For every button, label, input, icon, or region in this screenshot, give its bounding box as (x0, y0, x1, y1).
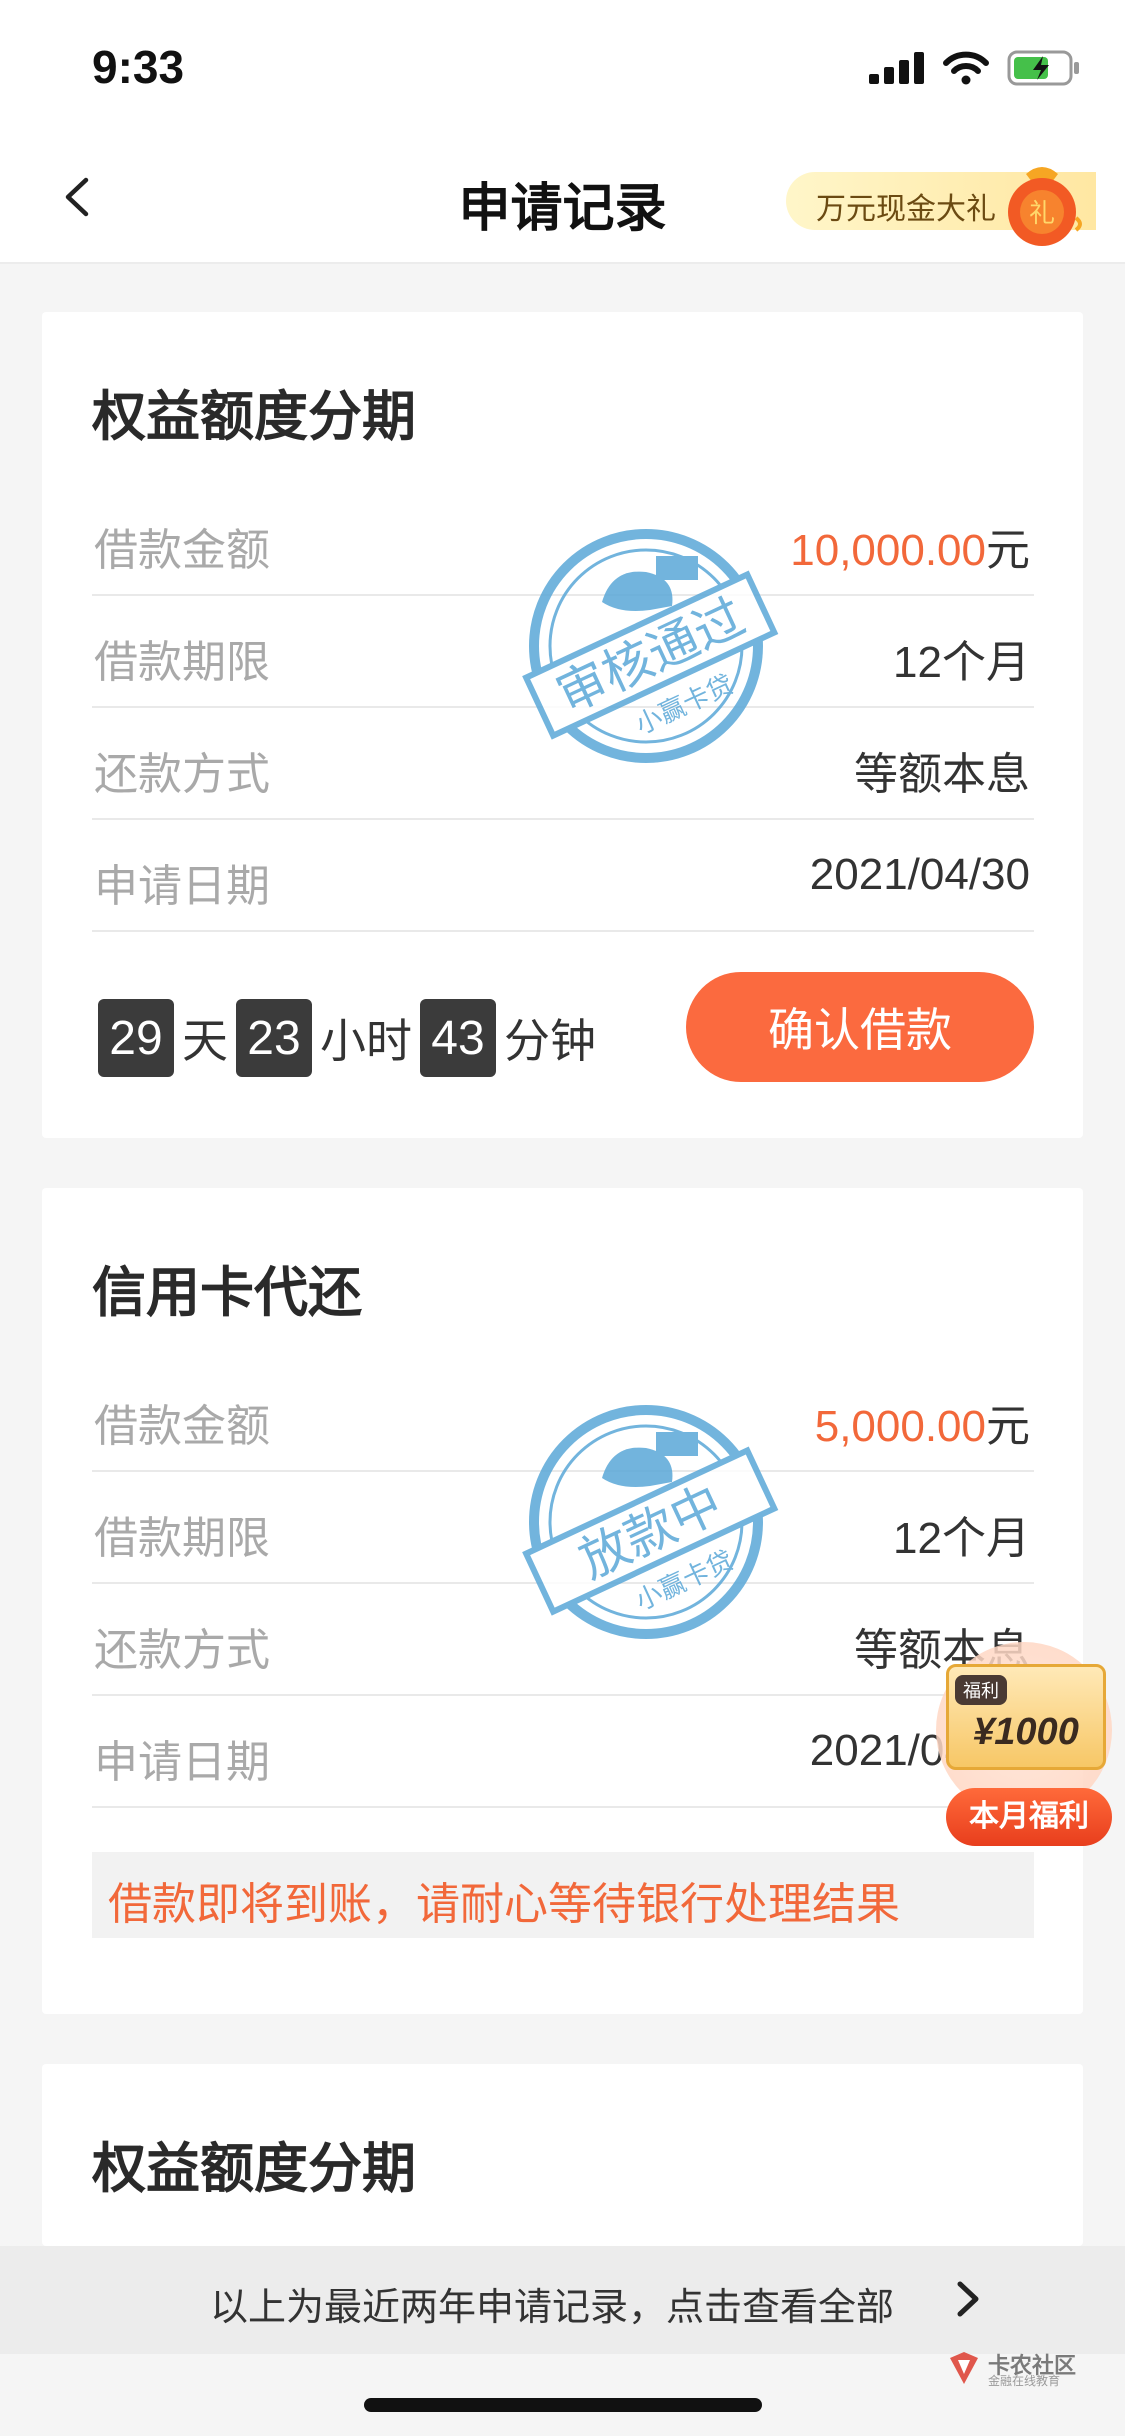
row-label: 借款金额 (94, 526, 270, 575)
countdown-timer: 29 天 23 小时 43 分钟 (98, 998, 604, 1078)
countdown-days-unit: 天 (182, 1015, 228, 1067)
row-label: 借款期限 (94, 638, 270, 687)
watermark: 卡农社区 金融在线教育 (946, 2348, 1096, 2388)
promo-label: 万元现金大礼 (816, 193, 996, 226)
row-value: 等额本息 (854, 750, 1030, 799)
card-title: 权益额度分期 (92, 2139, 416, 2199)
watermark-logo-icon (950, 2352, 978, 2384)
amount-unit: 元 (986, 526, 1030, 575)
welfare-label: 本月福利 (946, 1788, 1112, 1846)
countdown-hours-unit: 小时 (320, 1015, 412, 1067)
row-label: 还款方式 (94, 750, 270, 799)
row-label: 借款金额 (94, 1402, 270, 1451)
countdown-days: 29 (98, 999, 174, 1077)
confirm-loan-button[interactable]: 确认借款 (686, 972, 1034, 1082)
row-date: 申请日期 2021/04/30 (92, 820, 1034, 932)
row-label: 还款方式 (94, 1626, 270, 1675)
nav-bar: 申请记录 万元现金大礼 礼 (0, 132, 1125, 264)
notice-text: 借款即将到账，请耐心等待银行处理结果 (108, 1880, 900, 1929)
gift-bag-icon[interactable]: 礼 (996, 156, 1088, 248)
record-card-1: 权益额度分期 借款金额 10,000.00元 借款期限 12个月 还款方式 等额… (42, 312, 1083, 1138)
row-value: 12个月 (893, 1514, 1030, 1563)
card-title: 权益额度分期 (92, 387, 416, 447)
view-all-bar[interactable]: 以上为最近两年申请记录，点击查看全部 (0, 2246, 1125, 2354)
battery-icon (1007, 50, 1079, 86)
loan-amount: 10,000.00 (790, 526, 986, 575)
welfare-tag: 福利 (955, 1675, 1007, 1705)
status-bar: 9:33 (0, 0, 1125, 132)
gift-char: 礼 (1029, 199, 1055, 229)
row-value: 10,000.00元 (790, 514, 1030, 578)
disbursing-stamp: 放款中 小赢卡贷 (522, 1405, 779, 1639)
row-date: 申请日期 2021/04/30 (92, 1696, 1034, 1808)
countdown-hours: 23 (236, 999, 312, 1077)
countdown-minutes-unit: 分钟 (504, 1015, 596, 1067)
approved-stamp: 审核通过 小赢卡贷 (522, 529, 779, 763)
row-value: 12个月 (893, 638, 1030, 687)
row-label: 借款期限 (94, 1514, 270, 1563)
monthly-welfare-badge[interactable]: 福利 ¥1000 本月福利 (934, 1642, 1116, 1852)
watermark-sub: 金融在线教育 (988, 2374, 1061, 2388)
record-card-2: 信用卡代还 借款金额 5,000.00元 借款期限 12个月 还款方式 等额本息… (42, 1188, 1083, 2014)
signal-icon (869, 52, 924, 84)
home-indicator[interactable] (364, 2398, 762, 2412)
row-label: 申请日期 (94, 862, 270, 911)
row-value: 5,000.00元 (815, 1390, 1030, 1454)
card-title: 信用卡代还 (92, 1263, 362, 1323)
record-card-3: 权益额度分期 (42, 2064, 1083, 2246)
amount-unit: 元 (986, 1402, 1030, 1451)
view-all-text: 以上为最近两年申请记录，点击查看全部 (210, 2287, 895, 2329)
status-time: 9:33 (92, 41, 185, 93)
loan-amount: 5,000.00 (814, 1402, 986, 1451)
status-notice: 借款即将到账，请耐心等待银行处理结果 (92, 1852, 1034, 1938)
status-icons (869, 48, 1081, 88)
row-value: 2021/04/30 (809, 850, 1030, 899)
countdown-minutes: 43 (420, 999, 496, 1077)
chevron-right-icon (957, 2281, 979, 2317)
wifi-icon (943, 51, 989, 85)
welfare-amount: ¥1000 (973, 1711, 1079, 1753)
row-label: 申请日期 (94, 1738, 270, 1787)
welfare-coupon: 福利 ¥1000 (946, 1664, 1106, 1770)
